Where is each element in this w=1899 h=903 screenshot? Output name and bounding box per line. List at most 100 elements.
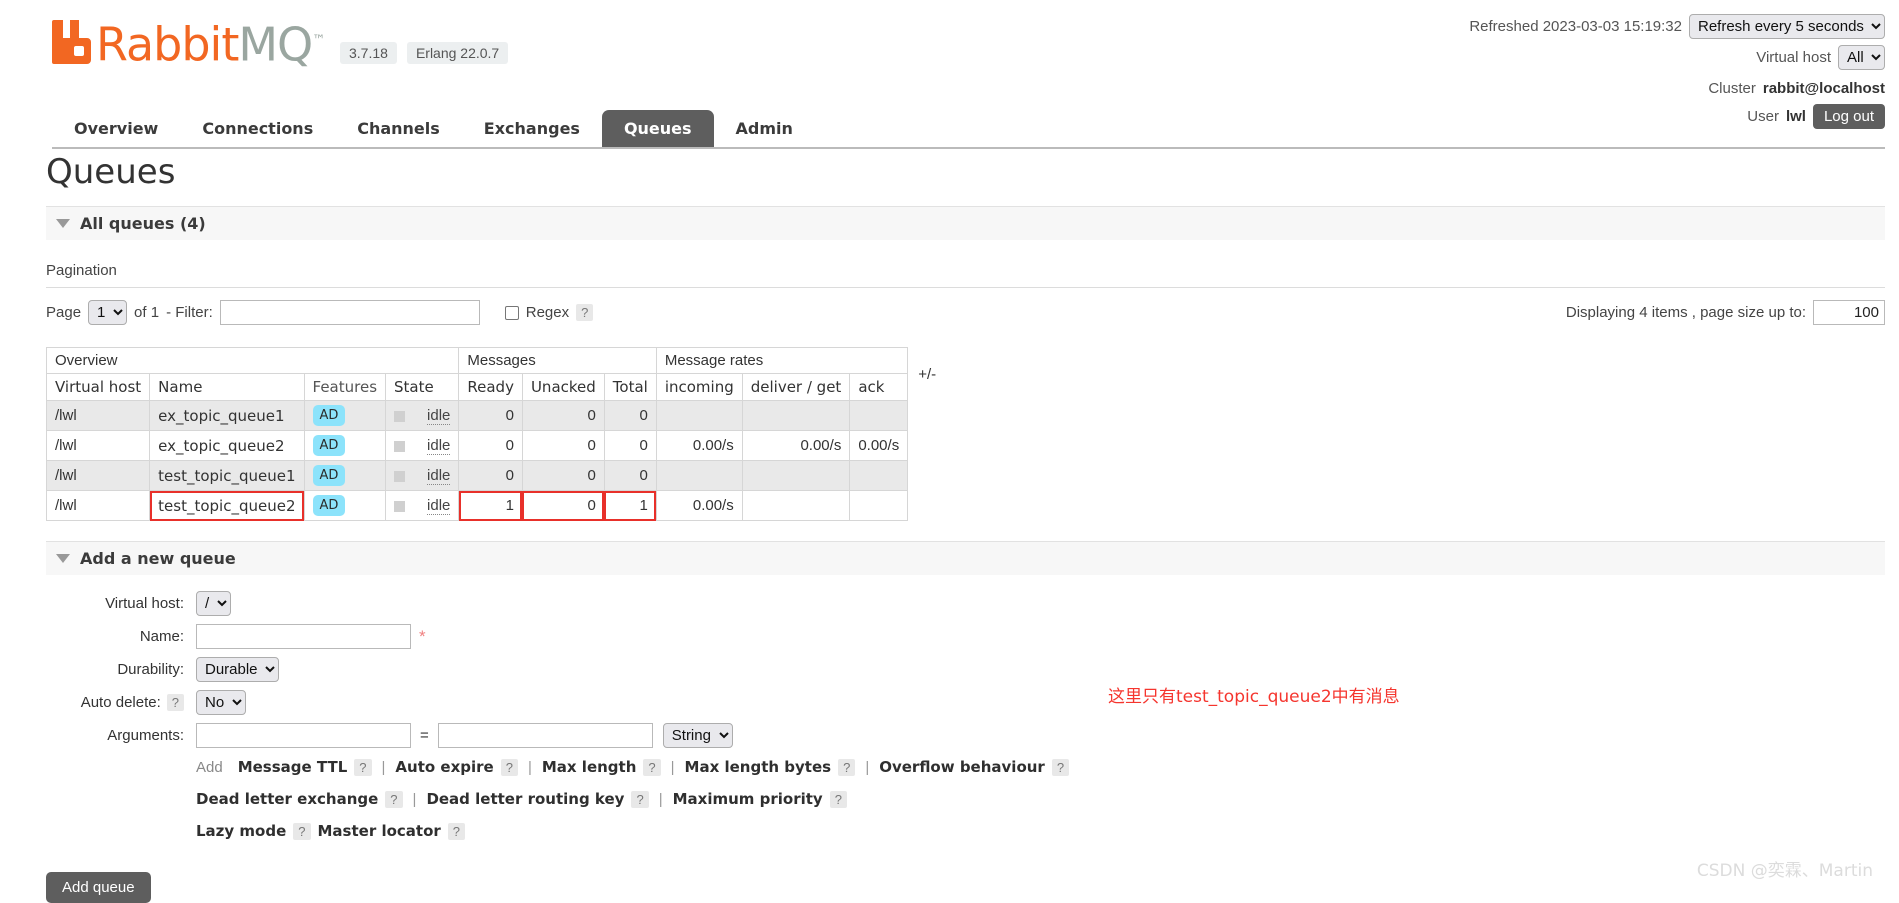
column-header-ack[interactable]: ack <box>849 373 909 401</box>
column-header-total[interactable]: Total <box>603 373 657 401</box>
server-version-badge: 3.7.18 <box>340 42 397 64</box>
preset-help-icon[interactable]: ? <box>829 790 847 808</box>
nav-item-admin[interactable]: Admin <box>714 110 815 147</box>
cell-queue-name[interactable]: test_topic_queue1 <box>149 460 305 491</box>
feature-badge-ad: AD <box>312 495 346 516</box>
rabbitmq-logo[interactable]: RabbitMQ™ <box>52 20 325 67</box>
collapse-triangle-icon[interactable] <box>56 219 70 228</box>
column-toggle-button[interactable]: +/- <box>907 347 945 401</box>
queue-name-link[interactable]: test_topic_queue2 <box>158 497 295 515</box>
preset-help-icon[interactable]: ? <box>447 822 466 840</box>
cell-state: idle <box>385 400 460 431</box>
filter-input[interactable] <box>219 300 480 325</box>
rabbitmq-logo-icon <box>52 20 92 64</box>
preset-maximum-priority[interactable]: Maximum priority <box>673 790 823 808</box>
group-header-message-rates: Message rates <box>655 347 909 374</box>
new-queue-name-input[interactable] <box>196 624 411 649</box>
cell-virtual-host: /lwl <box>45 400 151 431</box>
refresh-row: Refreshed 2023-03-03 15:19:32 Refresh ev… <box>1469 14 1885 39</box>
form-row-durability: Durability: Durable <box>46 657 1885 682</box>
preset-overflow-behaviour[interactable]: Overflow behaviour <box>879 758 1045 776</box>
vhost-select[interactable]: All <box>1838 45 1885 70</box>
preset-line: Add Message TTL? | Auto expire? | Max length?… <box>196 758 1885 776</box>
vhost-row: Virtual host All <box>1469 45 1885 70</box>
add-word-label: Add <box>196 758 223 776</box>
preset-max-length[interactable]: Max length <box>542 758 637 776</box>
column-header-name[interactable]: Name <box>149 373 305 401</box>
preset-line: Lazy mode? Master locator? <box>196 822 1885 840</box>
column-header-virtual-host[interactable]: Virtual host <box>45 373 151 401</box>
nav-item-queues[interactable]: Queues <box>601 110 714 147</box>
preset-help-icon[interactable]: ? <box>354 758 372 776</box>
all-queues-label: All queues (4) <box>80 214 206 233</box>
autodelete-help-icon[interactable]: ? <box>166 694 184 711</box>
cell-state: idle <box>385 490 460 521</box>
preset-auto-expire[interactable]: Auto expire <box>395 758 493 776</box>
table-column-header-row: Virtual host Name Features State Ready Unacke… <box>45 373 945 401</box>
column-header-unacked[interactable]: Unacked <box>521 373 605 401</box>
preset-help-icon[interactable]: ? <box>643 758 661 776</box>
column-header-ready[interactable]: Ready <box>458 373 523 401</box>
argument-type-select[interactable]: String <box>662 723 733 748</box>
table-row[interactable]: /lwl ex_topic_queue1 AD idle 0 0 0 <box>45 400 945 431</box>
argument-key-input[interactable] <box>196 723 411 748</box>
new-queue-durability-select[interactable]: Durable <box>196 657 279 682</box>
preset-dead-letter-routing-key[interactable]: Dead letter routing key <box>426 790 624 808</box>
preset-separator: | <box>658 790 663 808</box>
column-header-deliver-get[interactable]: deliver / get <box>741 373 851 401</box>
cell-spacer <box>907 460 945 491</box>
add-queue-section-header[interactable]: Add a new queue <box>46 541 1885 575</box>
preset-help-icon[interactable]: ? <box>838 758 856 776</box>
preset-message-ttl[interactable]: Message TTL <box>238 758 348 776</box>
all-queues-section-header[interactable]: All queues (4) <box>46 206 1885 240</box>
refresh-interval-select[interactable]: Refresh every 5 seconds <box>1689 14 1885 39</box>
name-field-label: Name: <box>139 628 184 645</box>
queue-name-link[interactable]: ex_topic_queue1 <box>158 407 284 425</box>
nav-item-exchanges[interactable]: Exchanges <box>462 110 602 147</box>
preset-help-icon[interactable]: ? <box>1051 758 1070 776</box>
add-queue-submit-button[interactable]: Add queue <box>46 872 151 903</box>
queue-name-link[interactable]: ex_topic_queue2 <box>158 437 284 455</box>
table-row[interactable]: /lwl ex_topic_queue2 AD idle 0 0 0 0.00/s 0.00/s… <box>45 430 945 461</box>
preset-help-icon[interactable]: ? <box>500 758 518 776</box>
queue-name-link[interactable]: test_topic_queue1 <box>158 467 295 485</box>
cell-state: idle <box>385 430 460 461</box>
preset-max-length-bytes[interactable]: Max length bytes <box>685 758 832 776</box>
table-row[interactable]: /lwl test_topic_queue1 AD idle 0 0 0 <box>45 460 945 491</box>
cell-ack: 0.00/s <box>849 430 909 461</box>
cell-ack <box>849 460 909 491</box>
form-row-vhost: Virtual host: / <box>46 591 1885 616</box>
regex-help-icon[interactable]: ? <box>576 304 594 321</box>
new-queue-vhost-select[interactable]: / <box>196 591 231 616</box>
cell-deliver-get <box>741 490 851 521</box>
group-header-messages: Messages <box>458 347 657 374</box>
required-asterisk: * <box>419 626 426 646</box>
cell-queue-name[interactable]: test_topic_queue2 <box>149 490 305 521</box>
new-queue-autodelete-select[interactable]: No <box>196 690 246 715</box>
nav-item-overview[interactable]: Overview <box>52 110 180 147</box>
page-number-select[interactable]: 1 <box>88 300 128 325</box>
form-row-arguments: Arguments: = String <box>46 723 1885 748</box>
preset-help-icon[interactable]: ? <box>385 790 403 808</box>
cell-queue-name[interactable]: ex_topic_queue2 <box>149 430 305 461</box>
cell-unacked: 0 <box>521 460 605 491</box>
page-title: Queues <box>46 152 176 192</box>
regex-checkbox[interactable] <box>504 305 519 320</box>
page-size-input[interactable] <box>1813 300 1885 325</box>
form-row-name: Name: * <box>46 624 1885 649</box>
nav-item-channels[interactable]: Channels <box>335 110 462 147</box>
cell-queue-name[interactable]: ex_topic_queue1 <box>149 400 305 431</box>
preset-help-icon[interactable]: ? <box>631 790 649 808</box>
preset-master-locator[interactable]: Master locator <box>318 822 441 840</box>
nav-item-connections[interactable]: Connections <box>180 110 335 147</box>
preset-lazy-mode[interactable]: Lazy mode <box>196 822 286 840</box>
preset-help-icon[interactable]: ? <box>293 822 311 840</box>
table-row[interactable]: /lwl test_topic_queue2 AD idle 1 0 1 0.00/s <box>45 490 945 521</box>
cell-ready: 0 <box>458 430 523 461</box>
form-row-autodelete: Auto delete: ? No <box>46 690 1885 715</box>
column-header-incoming[interactable]: incoming <box>655 373 743 401</box>
argument-value-input[interactable] <box>437 723 653 748</box>
collapse-triangle-icon[interactable] <box>56 554 70 563</box>
column-header-state[interactable]: State <box>385 373 460 401</box>
preset-dead-letter-exchange[interactable]: Dead letter exchange <box>196 790 378 808</box>
